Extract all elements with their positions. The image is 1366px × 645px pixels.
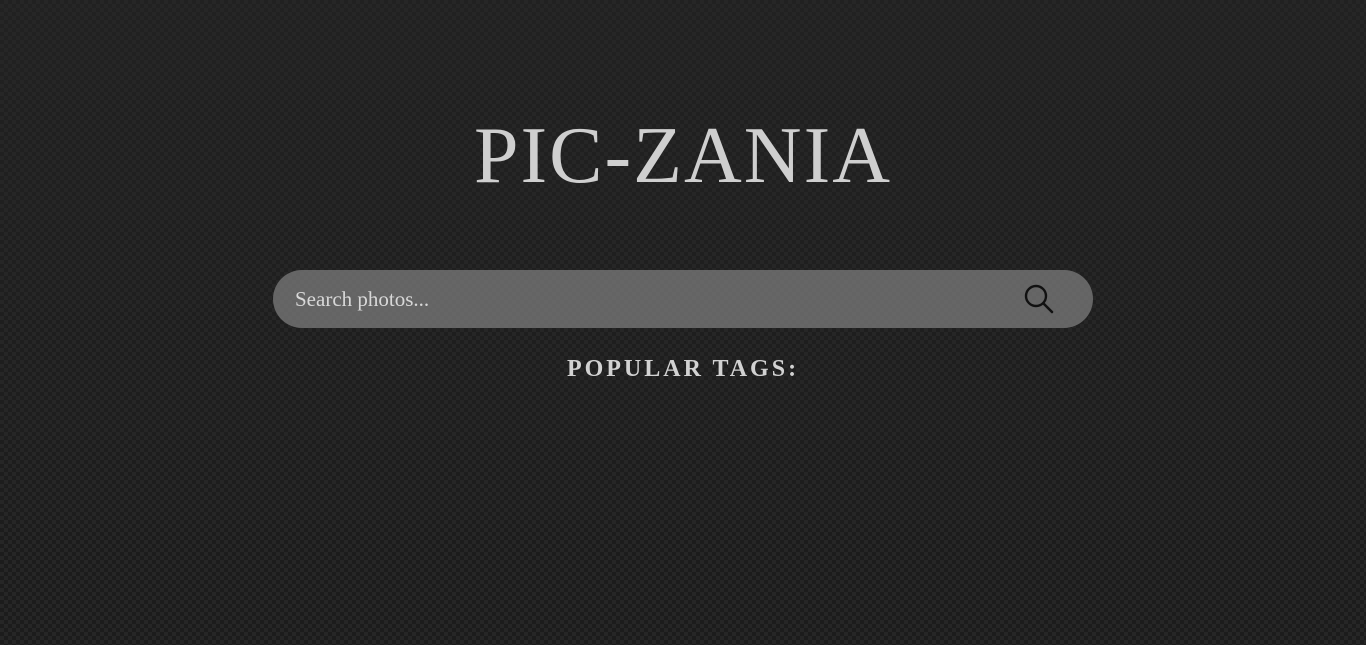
- popular-tags-heading: POPULAR TAGS:: [566, 356, 800, 382]
- search-bar: [273, 270, 1093, 328]
- site-title: PIC-ZANIA: [474, 112, 892, 200]
- search-icon: [1024, 284, 1054, 314]
- search-button[interactable]: [1023, 282, 1059, 316]
- search-input[interactable]: [295, 279, 995, 319]
